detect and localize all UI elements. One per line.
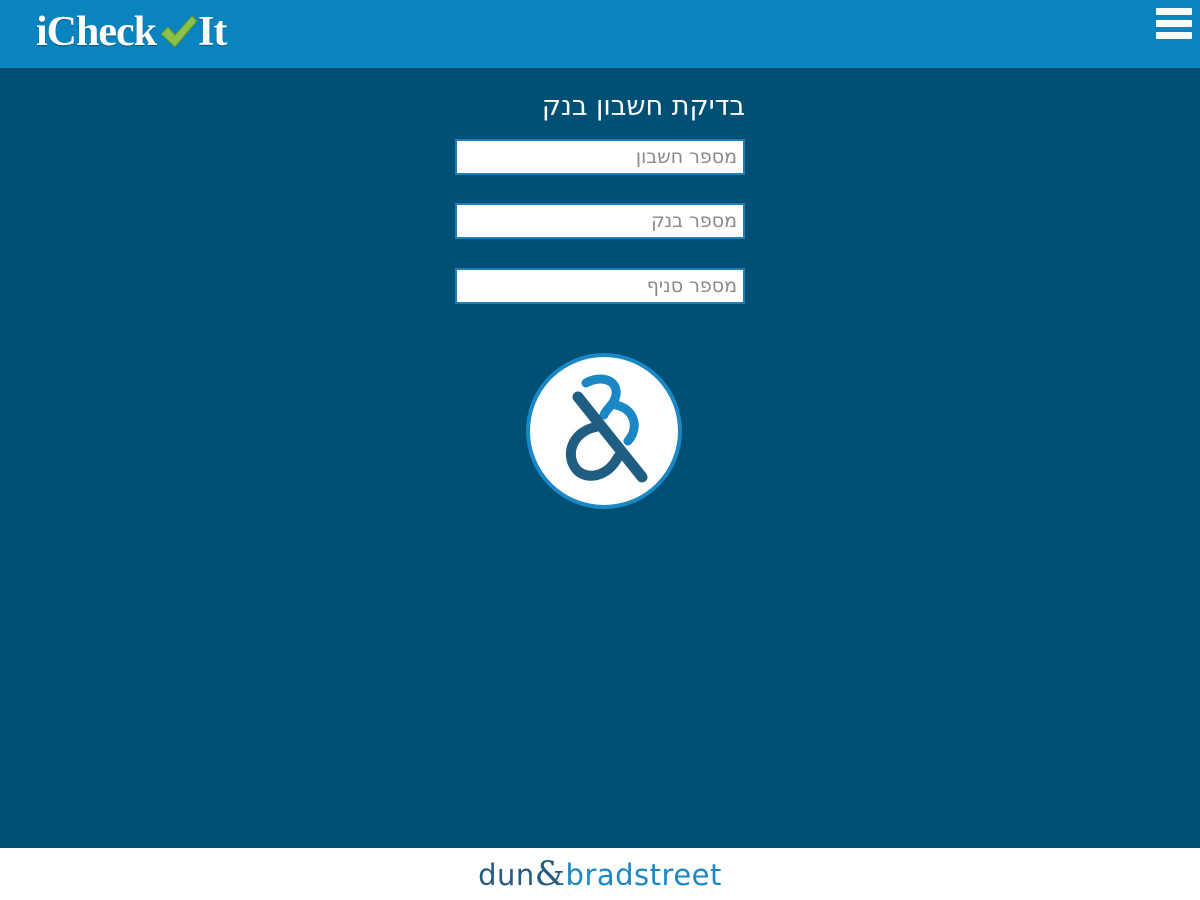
app-header: iCheck It [0, 0, 1200, 68]
hamburger-menu-icon[interactable] [1156, 8, 1194, 48]
bank-number-input[interactable] [455, 203, 745, 239]
menu-bar [1156, 20, 1192, 27]
checkmark-icon [158, 12, 198, 52]
brand-dun: dun [478, 858, 535, 892]
brand-ampersand: & [534, 854, 566, 894]
brand-bradstreet: bradstreet [565, 858, 722, 892]
dun-bradstreet-logo: dun&bradstreet [0, 854, 1200, 894]
app-logo[interactable]: iCheck It [36, 6, 227, 58]
footer: dun&bradstreet [0, 848, 1200, 900]
menu-bar [1156, 8, 1192, 15]
page-title: בדיקת חשבון בנק [541, 91, 745, 122]
check-submit-button[interactable] [526, 353, 682, 509]
menu-bar [1156, 32, 1192, 39]
logo-text-icheck: iCheck [36, 9, 157, 55]
account-number-input[interactable] [455, 139, 745, 175]
ampersand-logo-icon [565, 374, 648, 483]
branch-number-input[interactable] [455, 268, 745, 304]
logo-text-it: It [198, 9, 227, 55]
